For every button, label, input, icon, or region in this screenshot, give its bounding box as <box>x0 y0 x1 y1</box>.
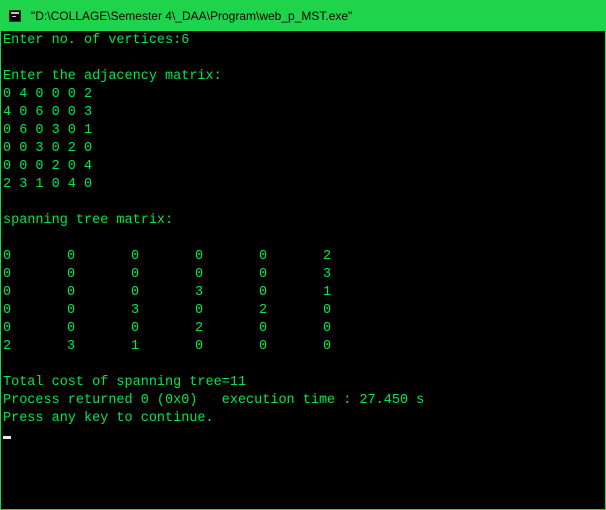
vertices-prompt: Enter no. of vertices:6 <box>3 33 190 48</box>
matrix-cell: 0 <box>259 285 268 300</box>
spanning-row: 0 0 0 0 0 3 <box>3 266 603 284</box>
matrix-cell: 0 <box>67 267 76 282</box>
console-app-icon[interactable] <box>9 9 21 22</box>
matrix-cell: 2 <box>3 339 12 354</box>
matrix-cell: 0 <box>259 267 268 282</box>
text-cursor <box>3 436 11 439</box>
title-bar[interactable]: "D:\COLLAGE\Semester 4\_DAA\Program\web_… <box>1 0 605 31</box>
matrix-cell: 0 <box>131 267 140 282</box>
matrix-cell: 2 <box>195 321 204 336</box>
matrix-cell: 0 <box>323 339 332 354</box>
matrix-cell: 0 <box>195 249 204 264</box>
matrix-cell: 0 <box>3 249 12 264</box>
press-key-line: Press any key to continue. <box>3 411 214 426</box>
matrix-cell: 0 <box>3 321 12 336</box>
adjacency-row: 2 3 1 0 4 0 <box>3 177 93 192</box>
matrix-cell: 0 <box>323 321 332 336</box>
spanning-row: 2 3 1 0 0 0 <box>3 338 603 356</box>
total-cost-line: Total cost of spanning tree=11 <box>3 375 247 390</box>
console-output[interactable]: Enter no. of vertices:6 Enter the adjace… <box>3 31 603 506</box>
matrix-cell: 0 <box>259 321 268 336</box>
adjacency-row: 0 0 3 0 2 0 <box>3 141 93 156</box>
matrix-cell: 3 <box>67 339 76 354</box>
adjacency-row: 0 6 0 3 0 1 <box>3 123 93 138</box>
matrix-cell: 1 <box>131 339 140 354</box>
matrix-cell: 3 <box>195 285 204 300</box>
matrix-cell: 0 <box>3 285 12 300</box>
matrix-cell: 0 <box>131 285 140 300</box>
spanning-row: 0 0 0 3 0 1 <box>3 284 603 302</box>
matrix-cell: 0 <box>195 339 204 354</box>
adjacency-row: 0 0 0 2 0 4 <box>3 159 93 174</box>
window-title: "D:\COLLAGE\Semester 4\_DAA\Program\web_… <box>31 8 353 23</box>
adjacency-row: 4 0 6 0 0 3 <box>3 105 93 120</box>
spanning-row: 0 0 0 0 0 2 <box>3 248 603 266</box>
spanning-row: 0 0 3 0 2 0 <box>3 302 603 320</box>
matrix-cell: 2 <box>259 303 268 318</box>
matrix-cell: 0 <box>3 267 12 282</box>
matrix-cell: 0 <box>67 249 76 264</box>
spanning-row: 0 0 0 2 0 0 <box>3 320 603 338</box>
matrix-cell: 3 <box>323 267 332 282</box>
matrix-cell: 1 <box>323 285 332 300</box>
matrix-cell: 2 <box>323 249 332 264</box>
matrix-cell: 0 <box>67 285 76 300</box>
matrix-cell: 3 <box>131 303 140 318</box>
matrix-cell: 0 <box>131 249 140 264</box>
matrix-cell: 0 <box>67 321 76 336</box>
adjacency-row: 0 4 0 0 0 2 <box>3 87 93 102</box>
spanning-tree-heading: spanning tree matrix: <box>3 213 174 228</box>
matrix-cell: 0 <box>195 267 204 282</box>
matrix-cell: 0 <box>323 303 332 318</box>
matrix-cell: 0 <box>259 339 268 354</box>
adjacency-prompt: Enter the adjacency matrix: <box>3 69 222 84</box>
process-returned-line: Process returned 0 (0x0) execution time … <box>3 393 425 408</box>
console-window: "D:\COLLAGE\Semester 4\_DAA\Program\web_… <box>0 0 606 510</box>
matrix-cell: 0 <box>259 249 268 264</box>
matrix-cell: 0 <box>3 303 12 318</box>
matrix-cell: 0 <box>67 303 76 318</box>
matrix-cell: 0 <box>131 321 140 336</box>
matrix-cell: 0 <box>195 303 204 318</box>
